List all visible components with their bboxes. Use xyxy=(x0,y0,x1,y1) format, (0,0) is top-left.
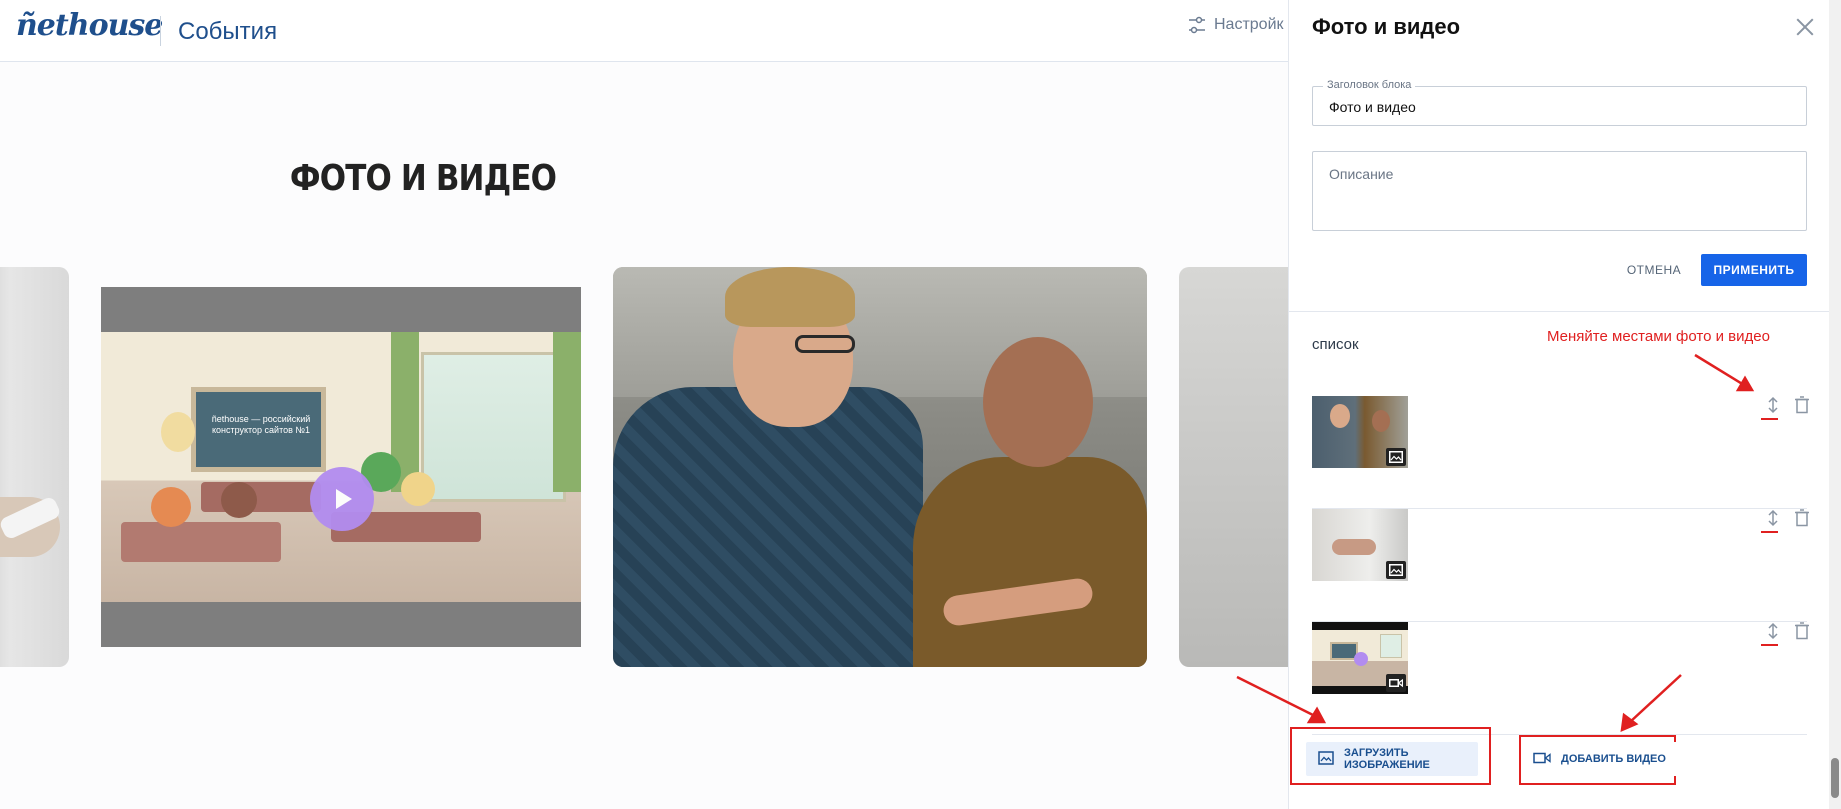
scene-desk xyxy=(201,482,321,512)
thumb-figure xyxy=(1372,410,1390,432)
video-thumbnail: ñethouse — российский конструктор сайтов… xyxy=(101,332,581,602)
block-title-field[interactable]: Заголовок блока Фото и видео xyxy=(1312,79,1807,126)
video-icon xyxy=(1389,678,1403,688)
annotation-underline xyxy=(1761,531,1778,533)
photo-person-glasses xyxy=(795,335,855,353)
scene-kid xyxy=(401,472,435,506)
gallery-photo-slide[interactable] xyxy=(613,267,1147,667)
photo-person xyxy=(913,457,1147,667)
edit-panel: Фото и видео Заголовок блока Фото и виде… xyxy=(1288,0,1830,809)
upload-image-label: ЗАГРУЗИТЬ ИЗОБРАЖЕНИЕ xyxy=(1344,747,1430,771)
add-video-button[interactable]: ДОБАВИТЬ ВИДЕО xyxy=(1521,742,1681,776)
scene-kid xyxy=(151,487,191,527)
header-divider xyxy=(160,16,161,46)
photo-person xyxy=(613,387,923,667)
settings-label: Настройк xyxy=(1214,16,1284,33)
description-field[interactable]: Описание xyxy=(1312,151,1807,231)
panel-scrollbar[interactable] xyxy=(1829,0,1841,809)
list-item[interactable] xyxy=(1312,396,1810,509)
block-heading: ФОТО И ВИДЕО xyxy=(289,158,557,199)
trash-icon[interactable] xyxy=(1794,509,1810,527)
annotation-underline xyxy=(1761,644,1778,646)
settings-button[interactable]: Настройк xyxy=(1188,16,1284,34)
list-item[interactable] xyxy=(1312,509,1810,622)
gallery-video-slide[interactable]: ñethouse — российский конструктор сайтов… xyxy=(101,287,581,647)
scene-kid xyxy=(221,482,257,518)
thumb-figure xyxy=(1332,539,1376,555)
top-bar: ñethouse События Настройк xyxy=(0,0,1288,62)
divider xyxy=(1289,311,1830,312)
scene-curtain xyxy=(553,332,581,492)
thumb-window xyxy=(1380,634,1402,658)
photo-person-head xyxy=(983,337,1093,467)
image-icon xyxy=(1318,750,1334,768)
scene-desk xyxy=(121,522,281,562)
block-preview: ФОТО И ВИДЕО ñethouse — российский конст… xyxy=(0,62,1288,809)
annotation-hint: Меняйте местами фото и видео xyxy=(1547,328,1770,345)
photo-person-hair xyxy=(725,267,855,327)
video-board-text: ñethouse — российский конструктор сайтов… xyxy=(211,414,311,435)
video-icon xyxy=(1533,752,1551,767)
add-video-label: ДОБАВИТЬ ВИДЕО xyxy=(1561,753,1666,765)
upload-image-button[interactable]: ЗАГРУЗИТЬ ИЗОБРАЖЕНИЕ xyxy=(1306,742,1478,776)
image-icon xyxy=(1389,564,1403,576)
thumb-figure xyxy=(1330,404,1350,428)
list-item[interactable] xyxy=(1312,622,1810,735)
move-icon[interactable] xyxy=(1765,396,1781,414)
cancel-button[interactable]: ОТМЕНА xyxy=(1614,254,1694,286)
apply-button[interactable]: ПРИМЕНИТЬ xyxy=(1701,254,1807,286)
block-title-value[interactable]: Фото и видео xyxy=(1329,99,1416,115)
panel-title: Фото и видео xyxy=(1312,14,1461,39)
move-icon[interactable] xyxy=(1765,622,1781,640)
scene-teacher xyxy=(161,412,195,452)
trash-icon[interactable] xyxy=(1794,396,1810,414)
block-title-label: Заголовок блока xyxy=(1323,79,1416,91)
section-title[interactable]: События xyxy=(178,18,277,46)
image-icon xyxy=(1389,451,1403,463)
thumb-play xyxy=(1354,652,1368,666)
trash-icon[interactable] xyxy=(1794,622,1810,640)
gallery-slide-prev[interactable] xyxy=(0,267,69,667)
item-thumbnail xyxy=(1312,622,1408,694)
scene-window xyxy=(421,352,566,502)
image-type-badge xyxy=(1386,561,1406,579)
scrollbar-thumb[interactable] xyxy=(1831,758,1839,798)
sliders-icon xyxy=(1188,16,1206,34)
play-icon[interactable] xyxy=(310,467,374,531)
video-type-badge xyxy=(1386,674,1406,692)
item-thumbnail xyxy=(1312,509,1408,581)
list-label: список xyxy=(1312,336,1359,353)
move-icon[interactable] xyxy=(1765,509,1781,527)
image-type-badge xyxy=(1386,448,1406,466)
item-thumbnail xyxy=(1312,396,1408,468)
description-placeholder: Описание xyxy=(1329,166,1394,182)
annotation-underline xyxy=(1761,418,1778,420)
gallery-slide-next[interactable] xyxy=(1179,267,1288,667)
nethouse-logo[interactable]: ñethouse xyxy=(16,8,163,43)
close-icon[interactable] xyxy=(1794,16,1816,38)
